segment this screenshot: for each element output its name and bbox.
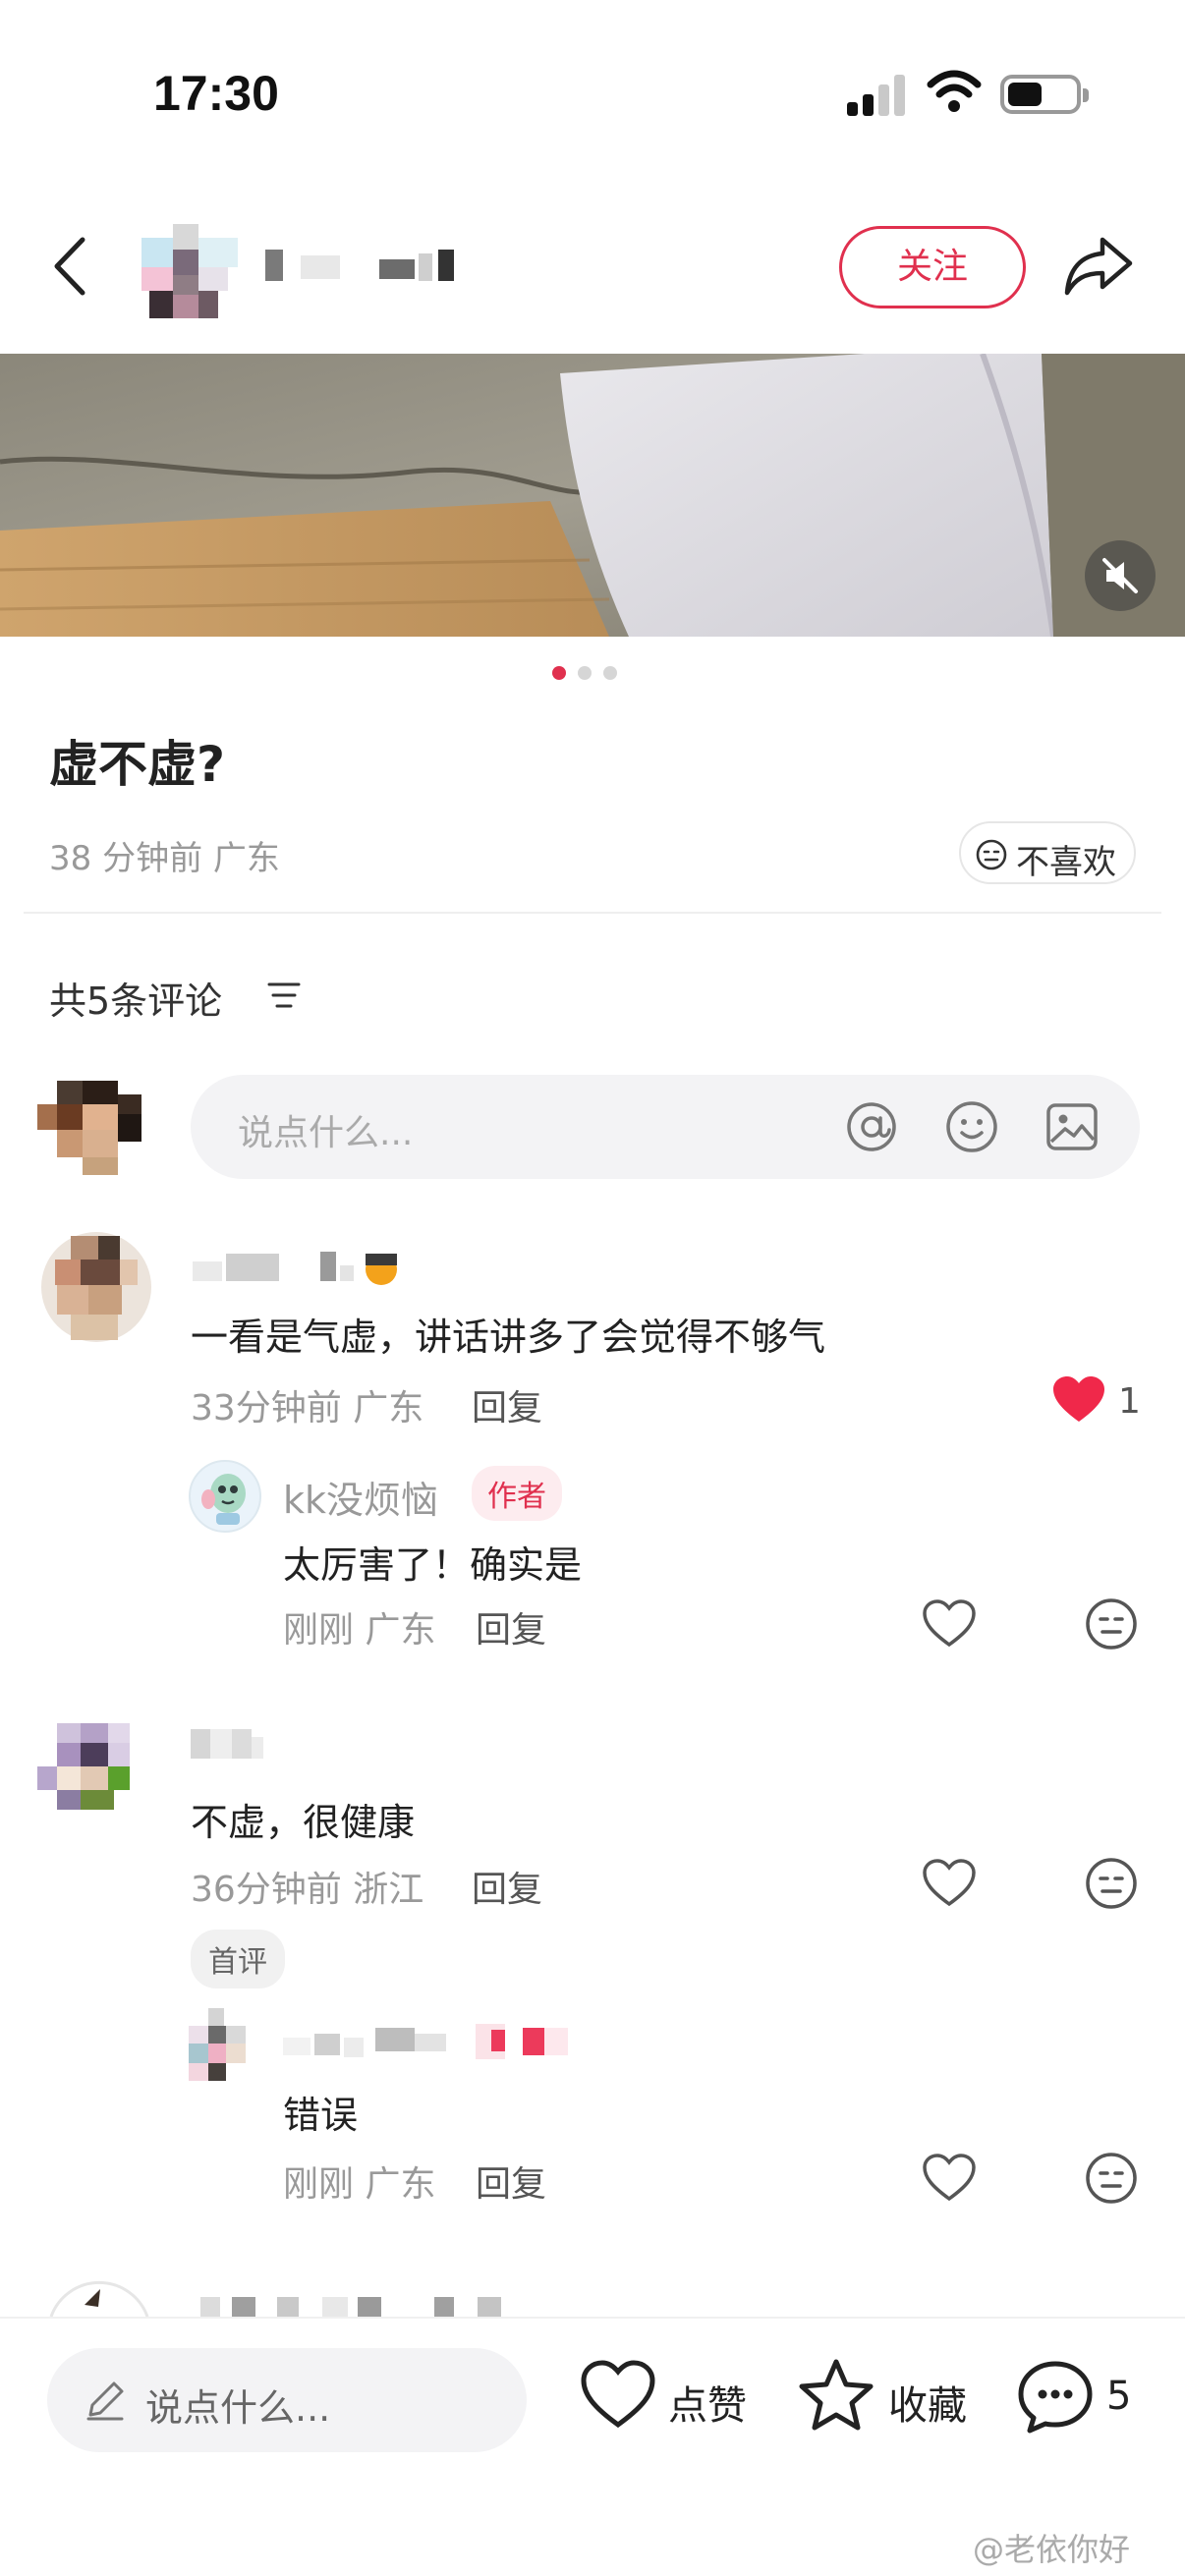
reply-author-name[interactable]: kk没烦恼 (283, 1470, 438, 1524)
cellular-signal-icon (847, 71, 908, 116)
post-image-content (0, 354, 1185, 637)
sort-icon[interactable] (267, 980, 301, 1010)
comment-reply-button[interactable]: 回复 (472, 1379, 542, 1430)
commenter-avatar[interactable] (37, 1723, 153, 1821)
reply-meta: 刚刚 广东 (283, 2164, 436, 2205)
author-avatar[interactable] (132, 214, 250, 324)
comment-input[interactable]: 说点什么... (191, 1075, 1140, 1179)
like-button-label[interactable]: 点赞 (668, 2374, 747, 2431)
star-outline-icon[interactable] (798, 2358, 875, 2433)
wifi-icon (927, 70, 982, 112)
bottom-comment-input[interactable]: 说点什么... (47, 2348, 527, 2452)
next-commenter-avatar[interactable] (45, 2275, 153, 2317)
reply-avatar[interactable] (189, 2008, 261, 2085)
comment-count-badge[interactable]: 5 (1106, 2374, 1131, 2419)
watermark: @老依你好 (973, 2531, 1131, 2568)
neutral-face-icon[interactable] (1085, 2152, 1138, 2205)
pencil-icon (86, 2381, 124, 2421)
comment-count: 共5条评论 (49, 980, 223, 1023)
reply-text: 太厉害了！确实是 (283, 1543, 583, 1587)
commenter-avatar[interactable] (37, 1228, 153, 1348)
section-divider (24, 912, 1161, 914)
post-meta: 38 分钟前 广东 (49, 839, 280, 878)
neutral-face-icon[interactable] (1085, 1597, 1138, 1651)
follow-button[interactable]: 关注 (839, 226, 1026, 308)
post-image[interactable] (0, 354, 1185, 637)
reply-text: 错误 (283, 2094, 359, 2137)
emoji-icon[interactable] (943, 1098, 1000, 1155)
comment-bubble-icon[interactable] (1016, 2358, 1095, 2436)
comment-meta: 36分钟前 浙江 (191, 1870, 424, 1910)
post-title: 虚不虚? (49, 736, 226, 793)
dislike-button[interactable]: 不喜欢 (959, 821, 1136, 884)
author-name-redacted (265, 250, 454, 281)
image-icon[interactable] (1044, 1098, 1100, 1155)
author-tag: 作者 (472, 1466, 562, 1521)
neutral-face-icon[interactable] (1085, 1857, 1138, 1910)
comment-reply-button[interactable]: 回复 (472, 1861, 542, 1912)
back-icon[interactable] (49, 234, 92, 299)
reply-meta: 刚刚 广东 (283, 1610, 436, 1651)
commenter-name-redacted (191, 1729, 263, 1759)
first-comment-tag: 首评 (191, 1930, 285, 1988)
heart-outline-icon[interactable] (922, 2154, 977, 2203)
mute-icon[interactable] (1085, 540, 1156, 611)
comment-input-placeholder: 说点什么... (238, 1113, 414, 1153)
heart-outline-icon[interactable] (580, 2360, 656, 2429)
heart-filled-icon[interactable] (1051, 1375, 1106, 1425)
share-icon[interactable] (1063, 234, 1134, 299)
commenter-name-redacted (193, 1252, 397, 1285)
author-reply-avatar[interactable] (189, 1460, 261, 1533)
comment-meta: 33分钟前 广东 (191, 1388, 424, 1428)
comment-text: 不虚，很健康 (191, 1801, 416, 1844)
reply-reply-button[interactable]: 回复 (476, 1601, 546, 1652)
heart-outline-icon[interactable] (922, 1859, 977, 1908)
collect-button-label[interactable]: 收藏 (888, 2374, 967, 2431)
reply-name-redacted (283, 2024, 568, 2059)
heart-outline-icon[interactable] (922, 1599, 977, 1649)
battery-icon (1000, 75, 1089, 114)
dislike-label: 不喜欢 (1016, 843, 1116, 882)
neutral-face-icon (976, 839, 1007, 870)
comment-like-count: 1 (1118, 1381, 1141, 1422)
status-time: 17:30 (153, 66, 279, 121)
comment-text: 一看是气虚，讲话讲多了会觉得不够气 (191, 1316, 826, 1359)
my-avatar (37, 1081, 141, 1175)
reply-reply-button[interactable]: 回复 (476, 2156, 546, 2207)
next-commenter-name-redacted (200, 2297, 501, 2317)
bottom-input-placeholder: 说点什么... (145, 2386, 331, 2430)
image-pagination (552, 666, 631, 680)
mention-icon[interactable] (843, 1098, 900, 1155)
